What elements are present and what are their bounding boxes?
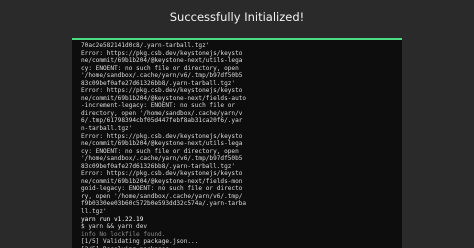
terminal-line: '/home/sandbox/.cache/yarn/v6/.tmp/b97df… bbox=[81, 155, 243, 163]
terminal-line: -increment-legacy: ENOENT: no such file … bbox=[81, 102, 236, 110]
terminal-line: ne/commit/69b1b204/@keystone-next/fields… bbox=[81, 177, 243, 185]
terminal-line: [1/5] Validating package.json... bbox=[81, 238, 199, 246]
terminal-line: ll.tgz' bbox=[81, 208, 107, 216]
terminal-log: 70ac2e582141d0c8/.yarn-tarball.tgz' Error… bbox=[81, 42, 399, 248]
progress-bar bbox=[72, 38, 402, 40]
terminal-line: ne/commit/69b1b204/@keystone-next/utils-… bbox=[81, 140, 243, 148]
terminal-line: info No lockfile found. bbox=[81, 230, 166, 238]
terminal-line: cy: ENOENT: no such file or directory, o… bbox=[81, 147, 239, 155]
terminal-line: ne/commit/69b1b204/@keystone-next/utils-… bbox=[81, 57, 243, 65]
terminal-line: directory, open '/home/sandbox/.cache/ya… bbox=[81, 109, 243, 117]
terminal-line: f9b0330ee03b60c572b0e593dd32c574a/.yarn-… bbox=[81, 200, 247, 208]
terminal-line: 83c09bef0afe27d61326bb8/.yarn-tarball.tg… bbox=[81, 162, 236, 170]
terminal-line: cy: ENOENT: no such file or directory, o… bbox=[81, 64, 239, 72]
terminal-line: Error: https://pkg.csb.dev/keystonejs/ke… bbox=[81, 132, 243, 140]
terminal-line: '/home/sandbox/.cache/yarn/v6/.tmp/b97df… bbox=[81, 72, 243, 80]
progress-bar-fill bbox=[72, 38, 402, 40]
terminal-line: n-tarball.tgz' bbox=[81, 125, 133, 133]
terminal-line: yarn run v1.22.19 bbox=[81, 215, 144, 223]
terminal-line: goid-legacy: ENOENT: no such file or dir… bbox=[81, 185, 243, 193]
terminal-line: ne/commit/69b1b204/@keystone-next/fields… bbox=[81, 94, 247, 102]
status-banner-title: Successfully Initialized! bbox=[169, 10, 305, 24]
terminal-line: Error: https://pkg.csb.dev/keystonejs/ke… bbox=[81, 170, 243, 178]
terminal-line: ry, open '/home/sandbox/.cache/yarn/v6/.… bbox=[81, 192, 243, 200]
terminal-line: Error: https://pkg.csb.dev/keystonejs/ke… bbox=[81, 87, 243, 95]
terminal-line: $ yarn && yarn dev bbox=[81, 223, 148, 231]
terminal-line: 83c09bef0afe27d61326bb8/.yarn-tarball.tg… bbox=[81, 79, 236, 87]
app-page: Successfully Initialized! 70ac2e582141d0… bbox=[0, 0, 474, 248]
terminal-output-panel[interactable]: 70ac2e582141d0c8/.yarn-tarball.tgz' Error… bbox=[72, 38, 402, 248]
terminal-line: 70ac2e582141d0c8/.yarn-tarball.tgz' bbox=[81, 42, 210, 49]
terminal-line: 6/.tmp/61798394cbf05d447febf8ab31ca20f6/… bbox=[81, 117, 243, 125]
terminal-line: Error: https://pkg.csb.dev/keystonejs/ke… bbox=[81, 49, 243, 57]
